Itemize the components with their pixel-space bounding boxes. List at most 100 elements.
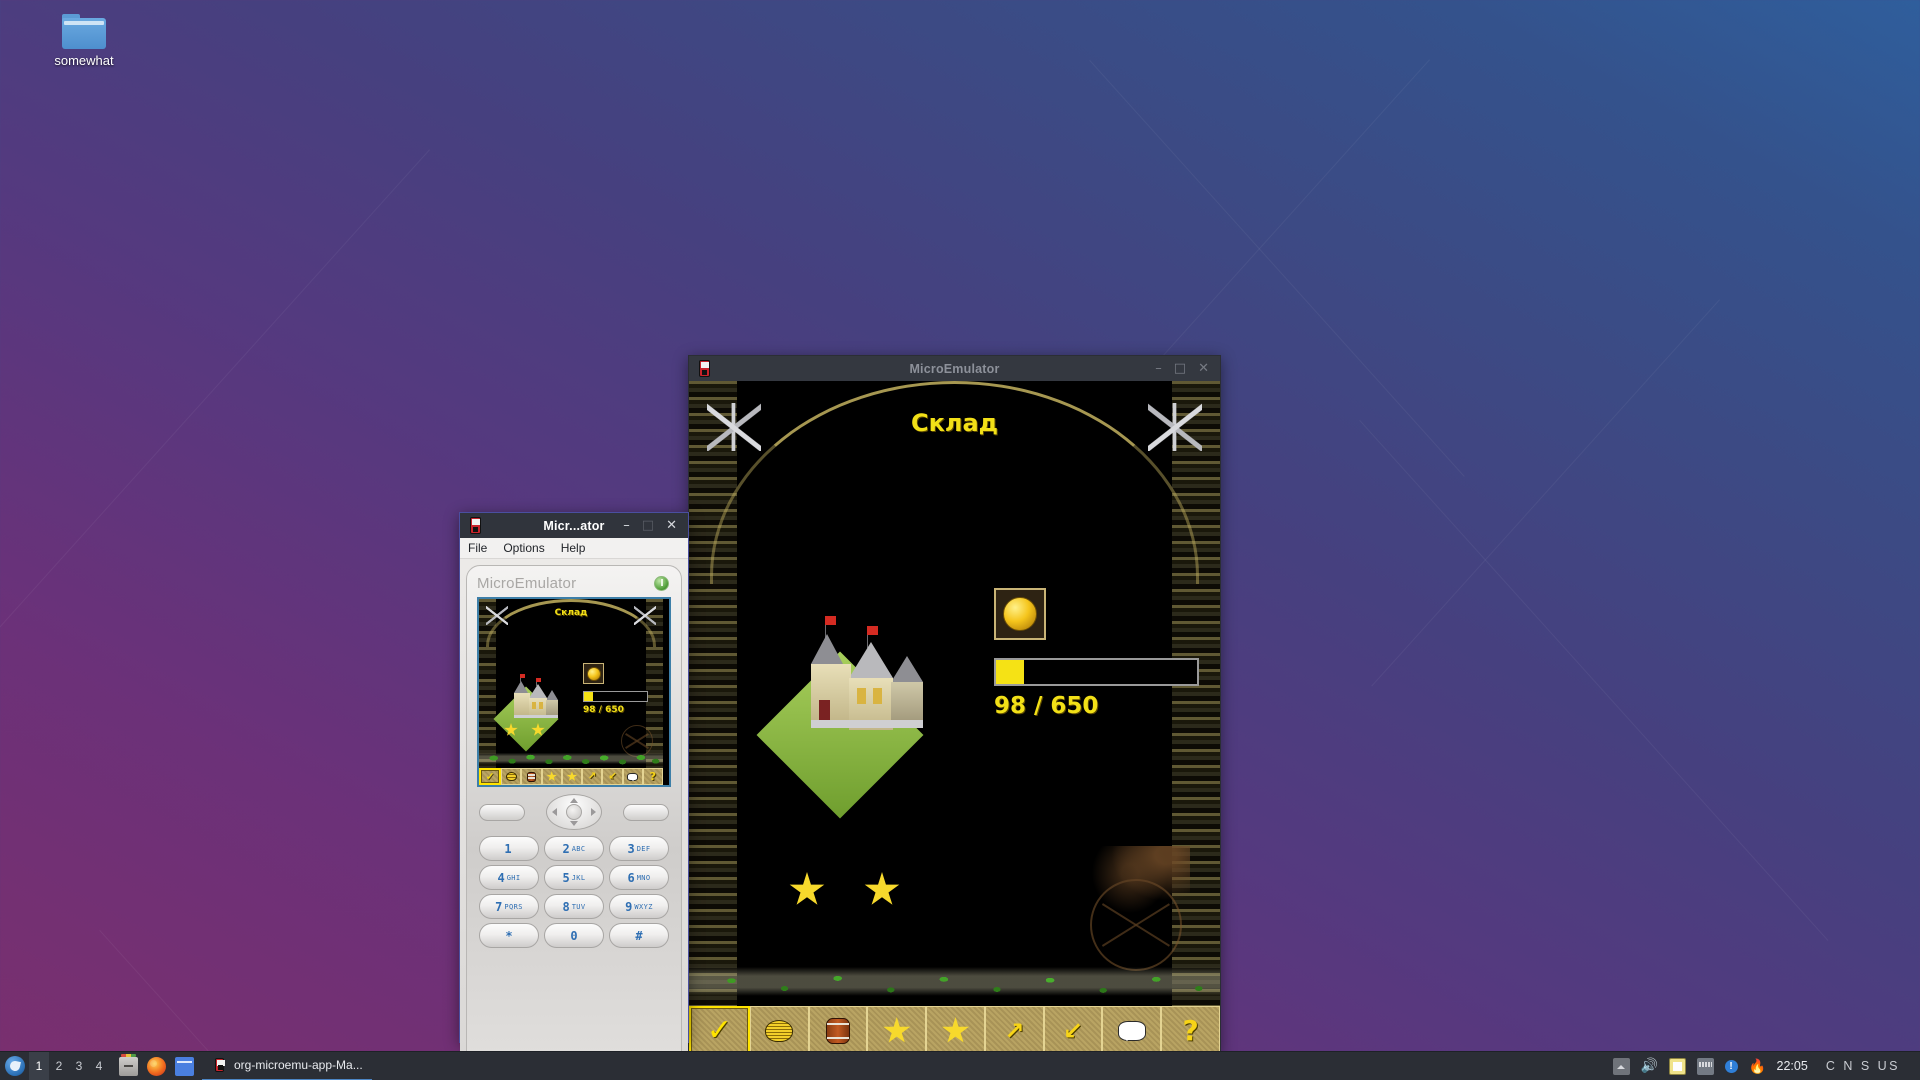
left-softkey-button[interactable] — [479, 803, 525, 821]
small-minimize-button[interactable]: – — [623, 519, 630, 532]
game-ivy-border — [479, 750, 663, 768]
firefox-icon[interactable] — [147, 1056, 166, 1076]
dpad-select-button[interactable] — [566, 804, 582, 820]
network-icon[interactable] — [1696, 1057, 1714, 1075]
game-tool-star-2[interactable] — [926, 1006, 985, 1056]
keyboard-layout-indicator[interactable]: C N S US — [1826, 1059, 1911, 1073]
microemulator-window-large[interactable]: MicroEmulator – □ ✕ Склад 98 / 650 ✓ ↗ ↙… — [688, 355, 1221, 1056]
key-9[interactable]: 9 WXYZ — [609, 894, 669, 919]
game-tool-barrel[interactable] — [521, 768, 542, 785]
key-4[interactable]: 4 GHI — [479, 865, 539, 890]
warehouse-building-icon[interactable] — [756, 616, 961, 819]
small-close-button[interactable]: ✕ — [666, 519, 677, 532]
system-tray[interactable]: 🔊 ! 🔥 22:05 C N S US — [1612, 1057, 1920, 1075]
game-screen-small[interactable]: Склад 98 / 650 ✓ ↗ ↙ ? — [479, 599, 663, 785]
game-toolbar[interactable]: ✓ ↗ ↙ ? — [689, 1006, 1220, 1056]
phone-screen-frame: Склад 98 / 650 ✓ ↗ ↙ ? — [477, 597, 671, 787]
gold-coin-icon[interactable] — [583, 663, 604, 684]
game-arch-decoration — [486, 599, 656, 648]
key-7[interactable]: 7 PQRS — [479, 894, 539, 919]
storage-progress-fill — [996, 660, 1025, 684]
storage-progress-label: 98 / 650 — [994, 693, 1099, 719]
key-6[interactable]: 6 MNO — [609, 865, 669, 890]
game-tool-chat[interactable] — [622, 768, 643, 785]
menubar[interactable]: File Options Help — [460, 538, 688, 559]
workspace-button-2[interactable]: 2 — [49, 1052, 69, 1080]
game-tool-upgrade-in[interactable]: ↙ — [602, 768, 623, 785]
game-tool-upgrade-in[interactable]: ↙ — [1043, 1006, 1103, 1056]
alert-icon[interactable]: ! — [1724, 1059, 1738, 1073]
menu-help[interactable]: Help — [561, 541, 586, 555]
phone-icon — [464, 515, 486, 537]
game-tool-upgrade-out[interactable]: ↗ — [582, 768, 603, 785]
files-icon[interactable] — [119, 1053, 138, 1076]
game-title: Склад — [910, 409, 999, 437]
flame-icon[interactable]: 🔥 — [1749, 1058, 1766, 1075]
workspace-button-1[interactable]: 1 — [29, 1051, 49, 1080]
key-star[interactable]: * — [479, 923, 539, 948]
gold-coin-icon[interactable] — [994, 588, 1046, 640]
volume-icon[interactable]: 🔊 — [1641, 1058, 1658, 1075]
key-2[interactable]: 2 ABC — [544, 836, 604, 861]
task-button-label: org-microemu-app-Ma... — [234, 1058, 363, 1072]
desktop-icon-somewhat[interactable]: somewhat — [36, 14, 132, 68]
game-screen-large[interactable]: Склад 98 / 650 ✓ ↗ ↙ ? — [689, 381, 1220, 1056]
emulator-brand-label: MicroEmulator — [477, 574, 577, 592]
storage-progress-fill — [584, 692, 593, 701]
game-ivy-border — [689, 960, 1220, 1006]
applications-menu-button[interactable] — [0, 1052, 29, 1080]
game-title: Склад — [554, 608, 588, 618]
big-minimize-button[interactable]: – — [1155, 362, 1162, 375]
key-0[interactable]: 0 — [544, 923, 604, 948]
big-close-button[interactable]: ✕ — [1198, 362, 1209, 375]
game-tool-confirm[interactable]: ✓ — [689, 1006, 750, 1056]
task-button-microemulator[interactable]: org-microemu-app-Ma... — [202, 1052, 372, 1080]
key-1[interactable]: 1 — [479, 836, 539, 861]
clipboard-icon[interactable] — [1668, 1057, 1686, 1075]
workspace-button-4[interactable]: 4 — [89, 1052, 109, 1080]
game-tool-grain[interactable] — [501, 768, 522, 785]
game-tool-star-2[interactable] — [561, 768, 583, 785]
big-maximize-button[interactable]: □ — [1174, 362, 1186, 375]
game-border-right — [1172, 381, 1220, 1056]
game-tool-star-1[interactable] — [867, 1006, 927, 1056]
key-5[interactable]: 5 JKL — [544, 865, 604, 890]
big-window-titlebar[interactable]: MicroEmulator – □ ✕ — [689, 356, 1220, 381]
phone-device: MicroEmulator Склад 98 / 650 ✓ ↗ ↙ ? 1 2… — [460, 559, 688, 1080]
game-tool-chat[interactable] — [1102, 1006, 1162, 1056]
workspace-button-3[interactable]: 3 — [69, 1052, 89, 1080]
taskbar[interactable]: 1 2 3 4 org-microemu-app-Ma... 🔊 ! 🔥 22:… — [0, 1051, 1920, 1080]
phone-icon — [211, 1057, 228, 1074]
menu-file[interactable]: File — [468, 541, 487, 555]
game-tool-star-1[interactable] — [541, 768, 562, 785]
menu-options[interactable]: Options — [503, 541, 544, 555]
small-maximize-button[interactable]: □ — [642, 519, 654, 532]
key-3[interactable]: 3 DEF — [609, 836, 669, 861]
game-tool-upgrade-out[interactable]: ↗ — [984, 1006, 1044, 1056]
clock[interactable]: 22:05 — [1777, 1059, 1815, 1073]
eject-icon[interactable] — [1612, 1057, 1630, 1075]
microemulator-window-small[interactable]: Micr...ator – □ ✕ File Options Help Micr… — [459, 512, 689, 1080]
rating-star-1 — [789, 872, 825, 905]
storage-progress-label: 98 / 650 — [583, 705, 624, 715]
small-window-titlebar[interactable]: Micr...ator – □ ✕ — [460, 513, 688, 538]
big-window-title: MicroEmulator — [909, 361, 1000, 376]
storage-progress-bar — [994, 658, 1199, 686]
game-toolbar[interactable]: ✓ ↗ ↙ ? — [479, 768, 663, 785]
power-icon[interactable] — [654, 575, 669, 591]
key-8[interactable]: 8 TUV — [544, 894, 604, 919]
game-tool-confirm[interactable]: ✓ — [479, 768, 502, 785]
warehouse-building-icon[interactable] — [493, 674, 571, 752]
rating-star-2 — [864, 872, 900, 905]
tree-branch-decoration — [1070, 846, 1190, 936]
game-tool-help[interactable]: ? — [642, 768, 663, 785]
key-hash[interactable]: # — [609, 923, 669, 948]
dpad-navigation[interactable] — [546, 794, 602, 830]
game-tool-grain[interactable] — [749, 1006, 809, 1056]
phone-keypad[interactable]: 1 2 ABC 3 DEF 4 GHI 5 JKL 6 MNO 7 PQRS 8… — [475, 787, 673, 1075]
game-tool-help[interactable]: ? — [1161, 1006, 1220, 1056]
phone-icon — [693, 358, 715, 380]
game-tool-barrel[interactable] — [808, 1006, 868, 1056]
right-softkey-button[interactable] — [623, 803, 669, 821]
mail-icon[interactable] — [175, 1056, 194, 1076]
